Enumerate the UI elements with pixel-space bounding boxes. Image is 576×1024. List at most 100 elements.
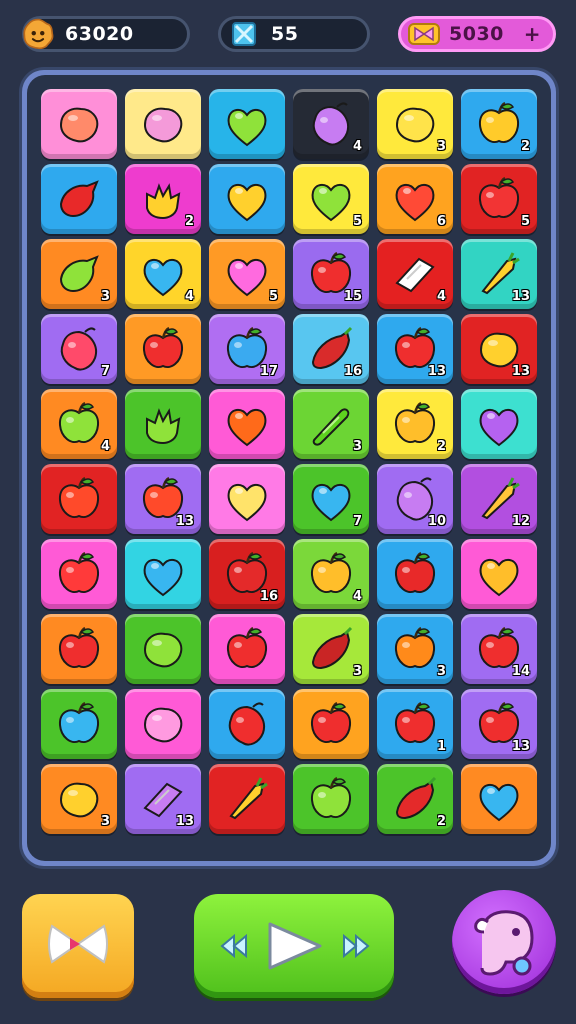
tile-r1-c3[interactable] bbox=[209, 89, 285, 159]
character-button[interactable] bbox=[452, 890, 556, 994]
tile-r1-c5[interactable]: 3 bbox=[377, 89, 453, 159]
rewind-icon bbox=[220, 933, 247, 959]
shuffle-button[interactable] bbox=[22, 894, 134, 998]
tile-count: 3 bbox=[352, 439, 362, 454]
tile-count: 4 bbox=[100, 439, 110, 454]
hourglass-gem-icon bbox=[227, 17, 261, 51]
tile-r9-c4[interactable] bbox=[293, 689, 369, 759]
board-frame: 4 3 2 2 5 6 5 3 4 5 15 4 13 7 17 16 13 13 4 3 2 13 7 10 12 16 4 3 3 1… bbox=[27, 75, 551, 861]
tile-count: 5 bbox=[520, 214, 530, 229]
tile-r8-c4[interactable]: 3 bbox=[293, 614, 369, 684]
tile-count: 2 bbox=[184, 214, 194, 229]
tile-r9-c6[interactable]: 13 bbox=[461, 689, 537, 759]
game-board: 4 3 2 2 5 6 5 3 4 5 15 4 13 7 17 16 13 13 4 3 2 13 7 10 12 16 4 3 3 1… bbox=[22, 70, 556, 866]
tile-count: 10 bbox=[427, 514, 446, 529]
tile-r1-c6[interactable]: 2 bbox=[461, 89, 537, 159]
tile-r4-c4[interactable]: 16 bbox=[293, 314, 369, 384]
tile-r3-c1[interactable]: 3 bbox=[41, 239, 117, 309]
tile-r5-c4[interactable]: 3 bbox=[293, 389, 369, 459]
tile-r4-c6[interactable]: 13 bbox=[461, 314, 537, 384]
tile-r3-c2[interactable]: 4 bbox=[125, 239, 201, 309]
bow-ticket-icon bbox=[407, 17, 441, 51]
tile-r10-c6[interactable] bbox=[461, 764, 537, 834]
moves-display: 55 bbox=[218, 16, 370, 52]
tile-count: 3 bbox=[100, 289, 110, 304]
tile-r5-c2[interactable] bbox=[125, 389, 201, 459]
tile-r7-c4[interactable]: 4 bbox=[293, 539, 369, 609]
tile-count: 13 bbox=[175, 514, 194, 529]
heart-icon bbox=[227, 409, 267, 447]
tile-count: 4 bbox=[352, 589, 362, 604]
tile-r5-c5[interactable]: 2 bbox=[377, 389, 453, 459]
tile-r4-c2[interactable] bbox=[125, 314, 201, 384]
tile-r7-c2[interactable] bbox=[125, 539, 201, 609]
tile-count: 3 bbox=[436, 139, 446, 154]
tile-r9-c5[interactable]: 1 bbox=[377, 689, 453, 759]
tile-r2-c4[interactable]: 5 bbox=[293, 164, 369, 234]
tile-r10-c5[interactable]: 2 bbox=[377, 764, 453, 834]
tile-r10-c1[interactable]: 3 bbox=[41, 764, 117, 834]
tile-r4-c3[interactable]: 17 bbox=[209, 314, 285, 384]
tile-r1-c4[interactable]: 4 bbox=[293, 89, 369, 159]
tile-r8-c3[interactable] bbox=[209, 614, 285, 684]
heart-icon bbox=[143, 559, 183, 597]
tile-r7-c6[interactable] bbox=[461, 539, 537, 609]
tile-r6-c2[interactable]: 13 bbox=[125, 464, 201, 534]
tile-r9-c3[interactable] bbox=[209, 689, 285, 759]
tile-r2-c3[interactable] bbox=[209, 164, 285, 234]
tile-r8-c5[interactable]: 3 bbox=[377, 614, 453, 684]
tile-r2-c6[interactable]: 5 bbox=[461, 164, 537, 234]
tile-r1-c2[interactable] bbox=[125, 89, 201, 159]
tile-r7-c1[interactable] bbox=[41, 539, 117, 609]
tile-r10-c3[interactable] bbox=[209, 764, 285, 834]
carrot-icon bbox=[229, 777, 268, 820]
berry-icon bbox=[228, 702, 265, 746]
tile-r9-c2[interactable] bbox=[125, 689, 201, 759]
tile-r10-c2[interactable]: 13 bbox=[125, 764, 201, 834]
tile-r3-c5[interactable]: 4 bbox=[377, 239, 453, 309]
play-button[interactable] bbox=[194, 894, 394, 998]
tile-count: 5 bbox=[268, 289, 278, 304]
tile-count: 17 bbox=[259, 364, 278, 379]
tile-count: 4 bbox=[436, 289, 446, 304]
tile-r2-c5[interactable]: 6 bbox=[377, 164, 453, 234]
tile-r6-c5[interactable]: 10 bbox=[377, 464, 453, 534]
tile-count: 4 bbox=[184, 289, 194, 304]
tile-count: 16 bbox=[343, 364, 362, 379]
tile-r6-c1[interactable] bbox=[41, 464, 117, 534]
tile-r8-c1[interactable] bbox=[41, 614, 117, 684]
tile-r5-c6[interactable] bbox=[461, 389, 537, 459]
tile-r9-c1[interactable] bbox=[41, 689, 117, 759]
tile-count: 7 bbox=[100, 364, 110, 379]
tile-r4-c5[interactable]: 13 bbox=[377, 314, 453, 384]
heart-icon bbox=[227, 484, 267, 522]
tile-r3-c3[interactable]: 5 bbox=[209, 239, 285, 309]
apple-icon bbox=[142, 326, 184, 368]
score-value: 63020 bbox=[65, 23, 134, 45]
apple-icon bbox=[310, 776, 352, 818]
tile-r5-c1[interactable]: 4 bbox=[41, 389, 117, 459]
tile-r8-c6[interactable]: 14 bbox=[461, 614, 537, 684]
tile-r5-c3[interactable] bbox=[209, 389, 285, 459]
apple-icon bbox=[394, 551, 436, 593]
tile-r6-c4[interactable]: 7 bbox=[293, 464, 369, 534]
apple-icon bbox=[226, 626, 268, 668]
tile-r3-c6[interactable]: 13 bbox=[461, 239, 537, 309]
tile-r2-c1[interactable] bbox=[41, 164, 117, 234]
apple-icon bbox=[58, 551, 100, 593]
tile-r10-c4[interactable] bbox=[293, 764, 369, 834]
tile-r3-c4[interactable]: 15 bbox=[293, 239, 369, 309]
add-coins-button[interactable]: + bbox=[524, 22, 541, 46]
tile-r1-c1[interactable] bbox=[41, 89, 117, 159]
heart-icon bbox=[479, 559, 519, 597]
tile-r7-c5[interactable] bbox=[377, 539, 453, 609]
bowtie-shuffle-icon bbox=[48, 924, 108, 964]
tile-r8-c2[interactable] bbox=[125, 614, 201, 684]
tile-r7-c3[interactable]: 16 bbox=[209, 539, 285, 609]
tile-r6-c3[interactable] bbox=[209, 464, 285, 534]
heart-icon bbox=[227, 109, 267, 147]
coins-display[interactable]: 5030 + bbox=[398, 16, 556, 52]
tile-r6-c6[interactable]: 12 bbox=[461, 464, 537, 534]
tile-r4-c1[interactable]: 7 bbox=[41, 314, 117, 384]
tile-r2-c2[interactable]: 2 bbox=[125, 164, 201, 234]
